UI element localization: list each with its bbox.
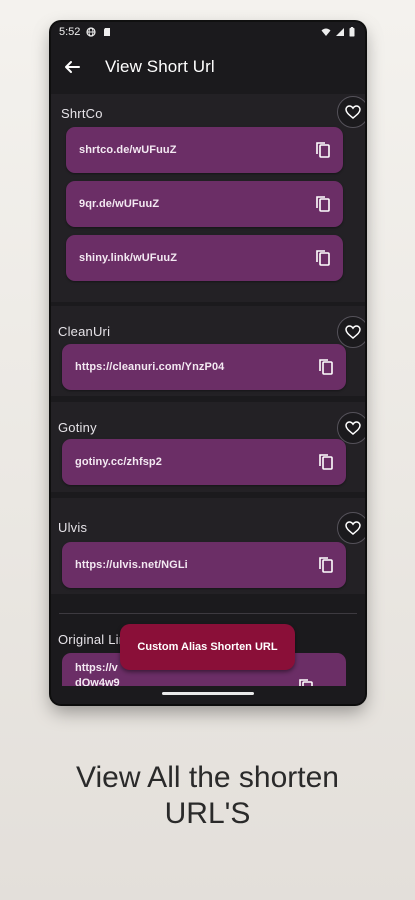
status-time: 5:52 bbox=[59, 26, 81, 38]
copy-icon bbox=[316, 196, 330, 212]
custom-alias-toast[interactable]: Custom Alias Shorten URL bbox=[120, 624, 295, 670]
copy-button[interactable] bbox=[306, 442, 346, 482]
short-url-card[interactable]: https://cleanuri.com/YnzP04 bbox=[62, 344, 346, 390]
section-label: Ulvis bbox=[58, 520, 88, 535]
section-shrtco: ShrtCo shrtco.de/wUFuuZ 9qr.de/wUFuuZ sh… bbox=[51, 94, 365, 302]
favorite-button[interactable] bbox=[337, 316, 365, 348]
heart-icon bbox=[345, 325, 361, 339]
heart-icon bbox=[345, 421, 361, 435]
section-gotiny: Gotiny gotiny.cc/zhfsp2 bbox=[51, 402, 365, 492]
sd-card-icon bbox=[104, 28, 111, 36]
section-label: CleanUri bbox=[58, 324, 111, 339]
copy-icon bbox=[316, 250, 330, 266]
divider bbox=[59, 613, 357, 614]
caption-line-2: URL'S bbox=[164, 797, 251, 830]
copy-icon bbox=[319, 454, 333, 470]
copy-button[interactable] bbox=[303, 238, 343, 278]
phone-frame: 5:52 View Short Url ShrtCo shrtco.de/wUF… bbox=[51, 22, 365, 704]
app-bar: View Short Url bbox=[51, 42, 365, 92]
copy-button[interactable] bbox=[303, 130, 343, 170]
short-url-text: shrtco.de/wUFuuZ bbox=[79, 144, 177, 156]
wifi-icon bbox=[321, 28, 331, 36]
home-gesture-pill[interactable] bbox=[162, 692, 254, 695]
copy-icon bbox=[319, 557, 333, 573]
short-url-text: https://cleanuri.com/YnzP04 bbox=[75, 361, 225, 373]
status-bar: 5:52 bbox=[51, 22, 365, 42]
vpn-globe-icon bbox=[86, 27, 97, 37]
copy-button[interactable] bbox=[303, 184, 343, 224]
section-label: ShrtCo bbox=[61, 106, 103, 121]
content-area: ShrtCo shrtco.de/wUFuuZ 9qr.de/wUFuuZ sh… bbox=[51, 94, 365, 704]
short-url-text: 9qr.de/wUFuuZ bbox=[79, 198, 160, 210]
short-url-card[interactable]: 9qr.de/wUFuuZ bbox=[66, 181, 343, 227]
short-url-text: https://ulvis.net/NGLi bbox=[75, 559, 188, 571]
navigation-bar bbox=[51, 686, 365, 704]
short-url-card[interactable]: gotiny.cc/zhfsp2 bbox=[62, 439, 346, 485]
short-url-text: shiny.link/wUFuuZ bbox=[79, 252, 178, 264]
copy-button[interactable] bbox=[306, 347, 346, 387]
short-url-card[interactable]: https://ulvis.net/NGLi bbox=[62, 542, 346, 588]
caption-line-1: View All the shorten bbox=[76, 761, 339, 794]
copy-icon bbox=[316, 142, 330, 158]
heart-icon bbox=[345, 105, 361, 119]
signal-icon bbox=[336, 28, 344, 36]
copy-button[interactable] bbox=[306, 545, 346, 585]
short-url-card[interactable]: shiny.link/wUFuuZ bbox=[66, 235, 343, 281]
section-ulvis: Ulvis https://ulvis.net/NGLi bbox=[51, 498, 365, 594]
battery-icon bbox=[349, 27, 355, 37]
toast-text: Custom Alias Shorten URL bbox=[137, 641, 278, 653]
promo-caption: View All the shorten URL'S bbox=[0, 760, 415, 832]
section-cleanuri: CleanUri https://cleanuri.com/YnzP04 bbox=[51, 306, 365, 396]
favorite-button[interactable] bbox=[337, 512, 365, 544]
favorite-button[interactable] bbox=[337, 96, 365, 128]
copy-icon bbox=[319, 359, 333, 375]
short-url-card[interactable]: shrtco.de/wUFuuZ bbox=[66, 127, 343, 173]
heart-icon bbox=[345, 521, 361, 535]
arrow-back-icon bbox=[65, 61, 80, 73]
back-button[interactable] bbox=[59, 54, 85, 80]
section-label: Gotiny bbox=[58, 420, 97, 435]
page-title: View Short Url bbox=[105, 57, 215, 76]
short-url-text: gotiny.cc/zhfsp2 bbox=[75, 456, 162, 468]
